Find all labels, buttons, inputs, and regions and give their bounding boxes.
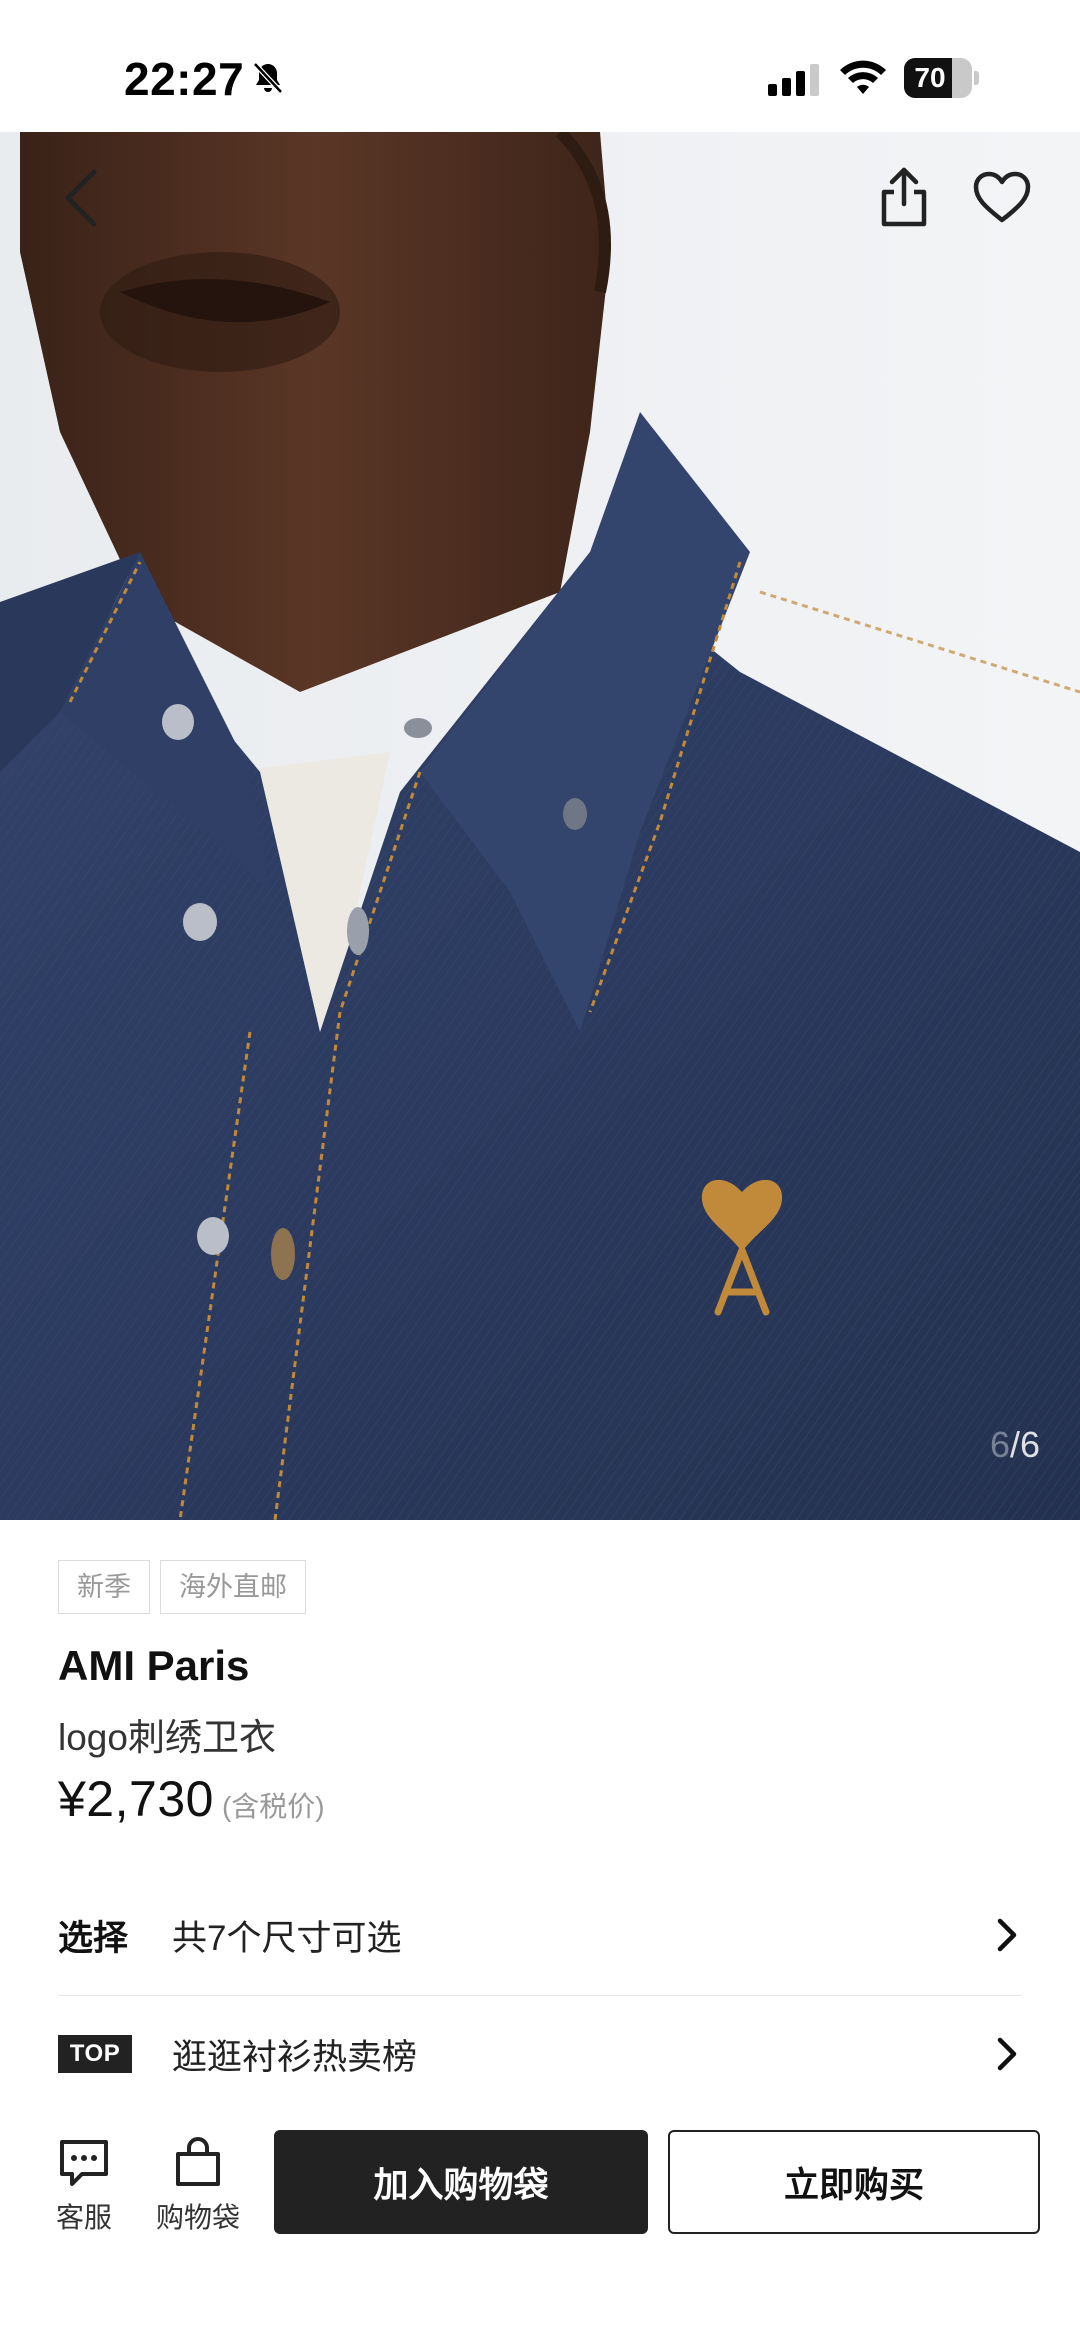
- product-title: logo刺绣卫衣: [58, 1717, 276, 1758]
- price-row: ¥2,730 (含税价): [58, 1770, 325, 1828]
- tag-new-season: 新季: [58, 1560, 150, 1614]
- chevron-right-icon: [997, 2037, 1017, 2071]
- battery-level-text: 70: [914, 62, 946, 93]
- bottom-action-bar: 客服 购物袋 加入购物袋 立即购买: [0, 2120, 1080, 2260]
- status-time: 22:27: [124, 53, 245, 105]
- buy-now-button[interactable]: 立即购买: [668, 2130, 1040, 2234]
- image-counter-total: /6: [1009, 1424, 1040, 1465]
- chat-icon: [60, 2140, 108, 2186]
- tag-overseas-direct: 海外直邮: [160, 1560, 306, 1614]
- share-icon[interactable]: [874, 162, 934, 234]
- shopping-bag-label: 购物袋: [155, 2202, 240, 2233]
- signal-icon: [768, 64, 819, 96]
- product-photo: [0, 132, 1080, 1520]
- image-counter: 6/6: [990, 1424, 1040, 1466]
- battery-icon: 70: [904, 58, 979, 98]
- ranking-text: 逛逛衬衫热卖榜: [172, 2037, 418, 2077]
- product-image-gallery[interactable]: 6/6: [0, 132, 1080, 1520]
- top-badge: TOP: [58, 2035, 132, 2073]
- ranking-row[interactable]: TOP 逛逛衬衫热卖榜: [58, 2004, 1022, 2104]
- brand-name[interactable]: AMI Paris: [58, 1642, 249, 1690]
- customer-service-button[interactable]: 客服: [34, 2134, 134, 2246]
- divider: [58, 1995, 1022, 1996]
- product-tags: 新季 海外直邮: [58, 1560, 306, 1614]
- bell-slash-icon: [253, 62, 283, 94]
- size-select-row[interactable]: 选择 共7个尺寸可选: [58, 1885, 1022, 1985]
- back-chevron-icon[interactable]: [54, 162, 114, 234]
- customer-service-label: 客服: [55, 2202, 112, 2233]
- price-note: (含税价): [221, 1791, 325, 1822]
- image-counter-current: 6: [989, 1424, 1010, 1465]
- shopping-bag-icon: [176, 2137, 220, 2186]
- status-bar: 22:27 70: [0, 0, 1080, 132]
- shopping-bag-button[interactable]: 购物袋: [148, 2134, 248, 2246]
- heart-icon[interactable]: [970, 166, 1034, 230]
- price: ¥2,730: [58, 1771, 214, 1827]
- size-count-text: 共7个尺寸可选: [172, 1918, 402, 1958]
- wifi-icon: [840, 60, 886, 94]
- chevron-right-icon: [997, 1918, 1017, 1952]
- select-label: 选择: [58, 1918, 129, 1958]
- add-to-bag-button[interactable]: 加入购物袋: [274, 2130, 648, 2234]
